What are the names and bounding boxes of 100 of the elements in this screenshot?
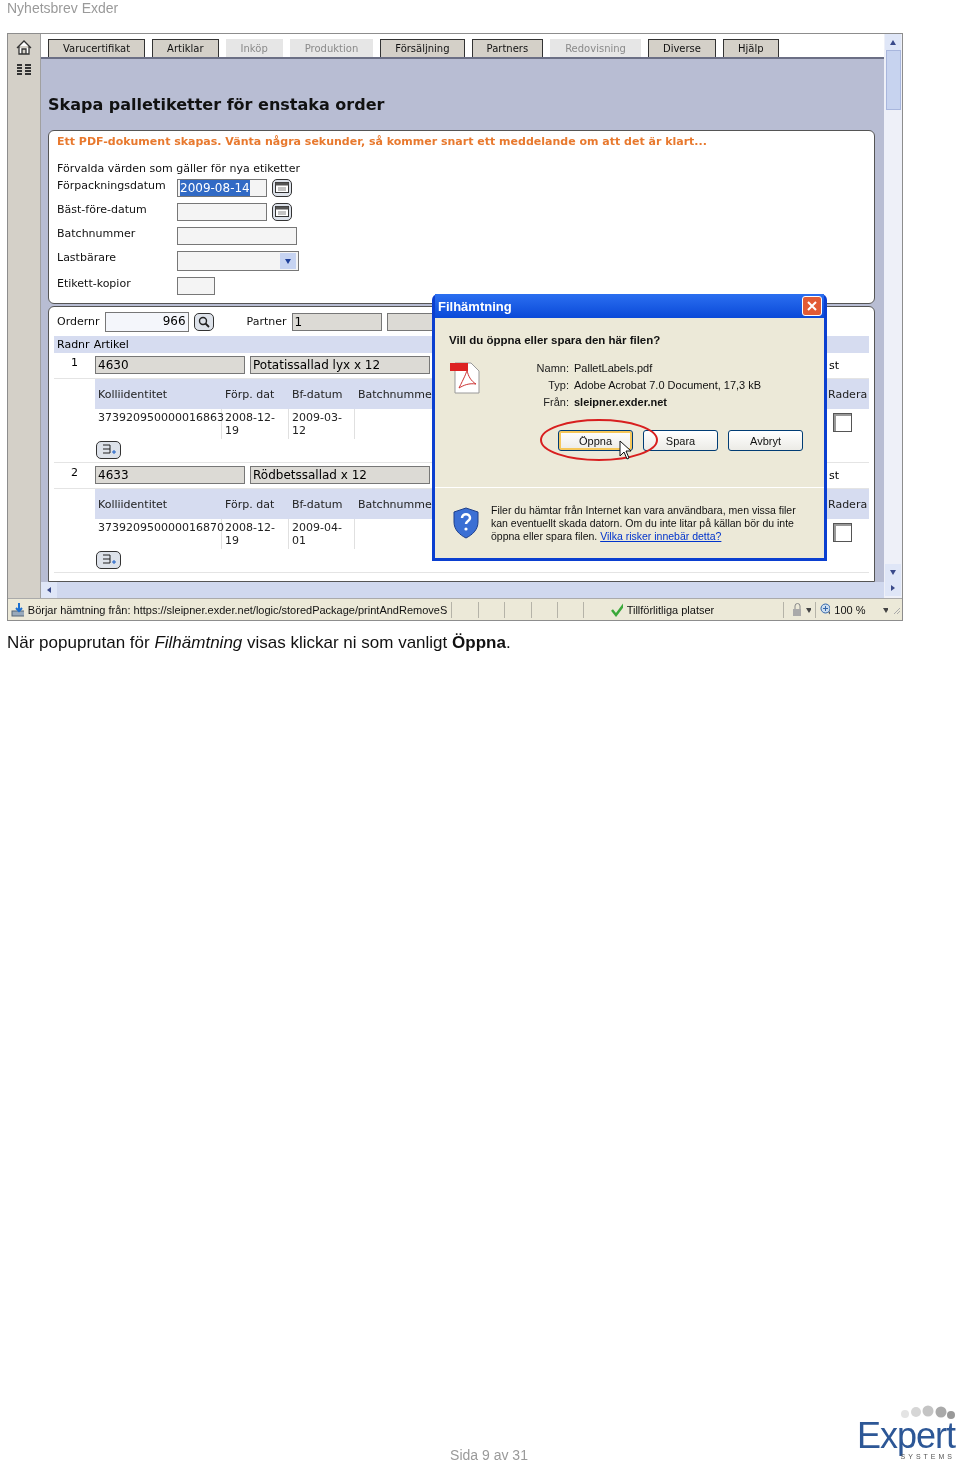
shield-icon [453, 507, 479, 539]
search-button[interactable] [193, 312, 214, 331]
nav-tab[interactable]: Partners [471, 38, 544, 57]
vertical-scrollbar[interactable] [884, 34, 902, 598]
add-package-button[interactable] [96, 440, 121, 459]
list-add-icon [101, 554, 116, 566]
horizontal-scrollbar[interactable] [41, 582, 884, 598]
column-header: Bf-datum [291, 387, 344, 402]
document-header: Nyhetsbrev Exder [6, 0, 120, 18]
dialog-question: Vill du öppna eller spara den här filen? [448, 333, 662, 346]
field-label: Partner [246, 315, 287, 329]
risk-link[interactable]: Vilka risker innebär detta? [600, 529, 722, 542]
field-label: Ordernr [57, 315, 100, 329]
dialog-title: Filhämtning [438, 298, 512, 314]
list-icon[interactable] [16, 63, 32, 77]
column-header: Förp. dat [224, 387, 276, 402]
column-header: Radera [827, 497, 869, 512]
delete-checkbox[interactable] [833, 412, 852, 432]
list-add-icon [101, 444, 116, 456]
nav-tab[interactable]: Artiklar [152, 38, 219, 57]
status-message: Ett PDF-dokument skapas. Vänta några sekunder, så kommer snart ett meddelande om att det är klart... [57, 134, 708, 148]
article-name-field: Rödbetssallad x 12 [250, 466, 430, 485]
dropdown-field[interactable] [177, 250, 299, 271]
date-field[interactable] [177, 202, 267, 221]
article-number-field: 4633 [95, 466, 245, 485]
order-number-field[interactable]: 966 [104, 311, 189, 332]
nav-tab[interactable]: Varucertifikat [48, 38, 146, 57]
nav-tab[interactable]: Hjälp [723, 38, 779, 57]
unit-text: st [828, 358, 841, 372]
field-label: Batchnummer [57, 226, 137, 240]
check-icon [609, 602, 623, 617]
warning-text: Filer du hämtar från Internet kan vara användbara, men vissa filer kan eventuellt skada datorn. Om du inte litar på källan bör du inte öppna eller spara filen. Vilka risker innebär detta? [491, 503, 797, 543]
scrollbar-thumb[interactable] [885, 50, 901, 110]
add-package-button[interactable] [96, 550, 121, 569]
search-icon [197, 315, 210, 328]
column-header: Kolliidentitet [97, 387, 169, 402]
detail-label: Typ: [547, 379, 569, 391]
calendar-button[interactable] [272, 202, 292, 221]
detail-label: Från: [542, 396, 569, 408]
column-header: Artikel [93, 337, 129, 351]
arrow-down-icon [889, 568, 897, 576]
table-cell: 2008-12-19 [222, 518, 289, 549]
page-number: Sida 9 av 31 [450, 1447, 528, 1463]
table-cell: 373920950000016863 [95, 408, 222, 439]
arrow-down-icon [284, 256, 292, 265]
calendar-icon [275, 182, 289, 194]
calendar-icon [275, 206, 289, 218]
status-text: Börjar hämtning från: https://sleipner.exder.net/logic/storedPackage/printAndRemoveS [27, 603, 448, 616]
detail-value: sleipner.exder.net [574, 396, 668, 408]
table-cell: 2009-04-01 [289, 518, 355, 549]
arrow-down-icon [881, 605, 888, 614]
partner-field: 1 [291, 312, 382, 331]
article-number-field: 4630 [95, 356, 245, 375]
arrow-up-icon [889, 38, 897, 46]
row-number: 1 [70, 354, 79, 369]
nav-tab[interactable]: Försäljning [380, 38, 465, 57]
table-cell: 373920950000016870 [95, 518, 222, 549]
cursor-icon [619, 440, 633, 460]
dialog-button[interactable]: Spara [643, 430, 718, 451]
arrow-left-icon [45, 586, 53, 594]
column-header: Batchnumme [357, 387, 431, 402]
article-name-field: Potatissallad lyx x 12 [250, 356, 430, 375]
nav-tab[interactable]: Diverse [647, 38, 716, 57]
detail-label: Namn: [535, 362, 569, 374]
dialog-button[interactable]: Öppna [558, 430, 633, 451]
text-field[interactable] [177, 226, 297, 245]
zoom-level-text: 100 % [834, 603, 866, 616]
column-header: Bf-datum [291, 497, 344, 512]
unit-text: st [828, 468, 841, 482]
field-label: Etikett-kopior [57, 276, 132, 290]
pdf-file-icon [449, 360, 483, 394]
field-label: Lastbärare [57, 250, 117, 264]
download-icon [11, 602, 24, 617]
delete-checkbox[interactable] [833, 522, 852, 542]
page-heading: Skapa palletiketter för enstaka order [47, 93, 386, 116]
close-icon [807, 301, 817, 311]
table-cell: 2009-03-12 [289, 408, 355, 439]
section-title: Förvalda värden som gäller för nya etiketter [57, 161, 301, 175]
dialog-button[interactable]: Avbryt [728, 430, 803, 451]
arrow-down-icon [804, 605, 812, 614]
table-cell: 2008-12-19 [222, 408, 289, 439]
column-header: Kolliidentitet [97, 497, 169, 512]
column-header: Förp. dat [224, 497, 276, 512]
arrow-right-icon [889, 584, 897, 592]
close-button[interactable] [802, 296, 822, 316]
copies-field[interactable] [177, 276, 215, 295]
security-zone-text: Tillförlitliga platser [626, 603, 715, 616]
column-header: Radera [827, 387, 869, 402]
row-number: 2 [70, 464, 79, 479]
field-label: Förpackningsdatum [57, 178, 167, 192]
field-label: Bäst-före-datum [57, 202, 148, 216]
detail-value: PalletLabels.pdf [574, 362, 654, 374]
date-field[interactable]: 2009-08-14 [177, 178, 267, 197]
column-header: Radnr [57, 337, 90, 351]
caption-text: När popuprutan för Filhämtning visas klickar ni som vanligt Öppna. [6, 632, 512, 653]
home-icon[interactable] [16, 40, 32, 55]
column-header: Batchnumme [357, 497, 431, 512]
detail-value: Adobe Acrobat 7.0 Document, 17,3 kB [574, 379, 762, 391]
zoom-icon[interactable] [819, 603, 831, 616]
calendar-button[interactable] [272, 178, 292, 197]
